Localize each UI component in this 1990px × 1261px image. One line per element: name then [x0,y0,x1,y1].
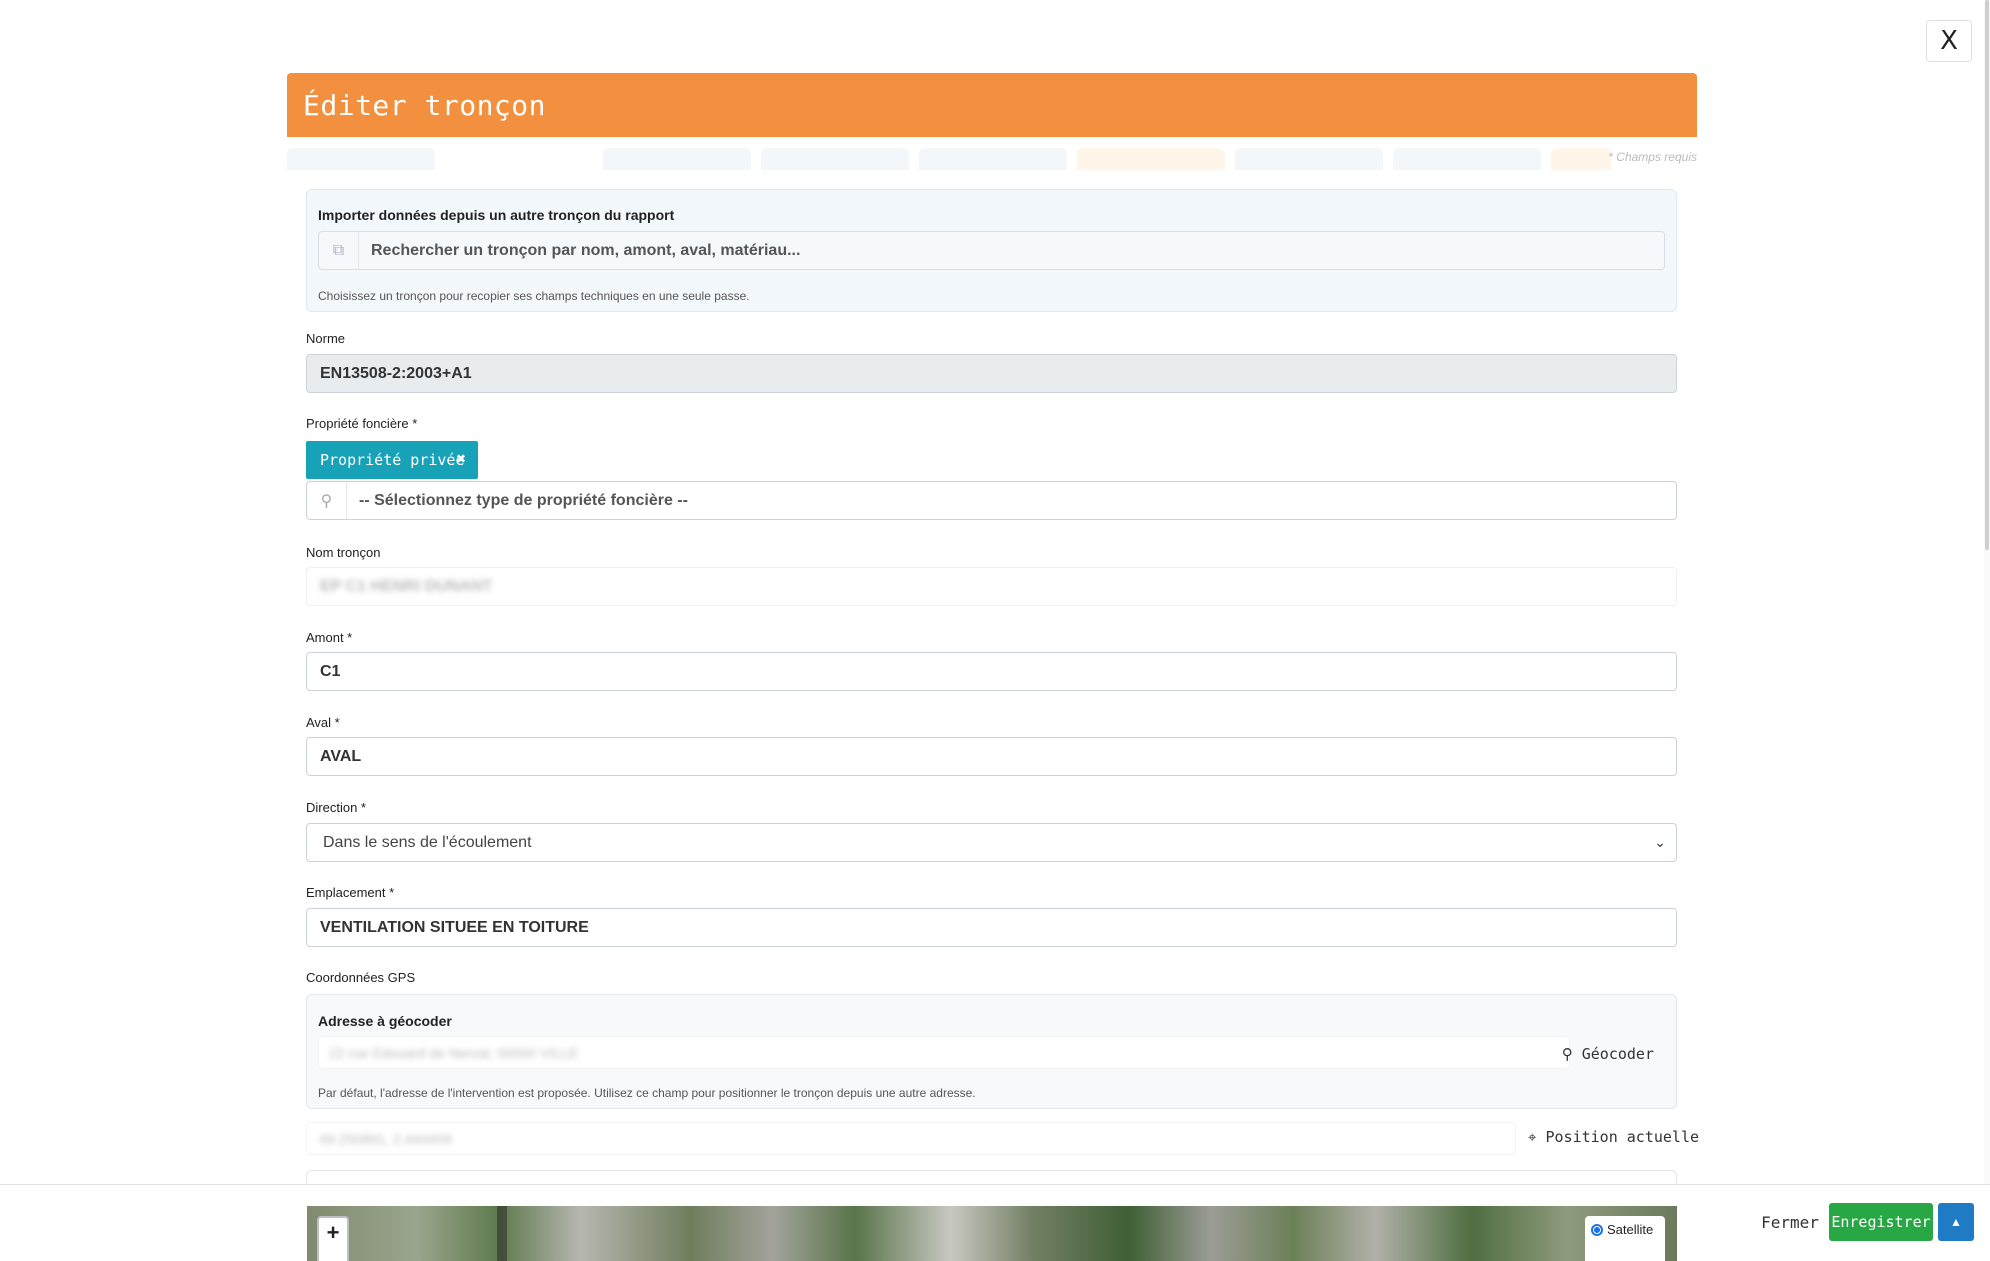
map-zoom-in-button[interactable]: + [317,1216,349,1261]
tab-6[interactable] [1077,148,1225,170]
search-icon: ⚲ [307,482,347,519]
tab-7[interactable] [1235,148,1383,170]
coordinates-value: 49.250891, 2.444459 [319,1131,452,1147]
coordinates-input[interactable]: 49.250891, 2.444459 [306,1122,1516,1155]
geocode-hint: Par défaut, l'adresse de l'intervention … [318,1086,976,1100]
required-note: * Champs requis [1608,150,1697,164]
geocode-button[interactable]: ⚲ Géocoder [1562,1045,1654,1063]
save-button[interactable]: Enregistrer [1829,1203,1933,1241]
tab-5[interactable] [919,148,1067,170]
geocode-address-input[interactable]: 22 rue Edouard de Nerval, 00000 VILLE [318,1036,1570,1069]
geocode-address-value: 22 rue Edouard de Nerval, 00000 VILLE [329,1045,579,1061]
copy-icon: ⧉ [319,232,359,269]
amont-value: C1 [320,662,341,680]
tab-1[interactable] [287,148,435,170]
fermer-button[interactable]: Fermer [1754,1203,1826,1241]
geocode-button-label: Géocoder [1581,1045,1654,1063]
direction-value: Dans le sens de l'écoulement [323,833,532,851]
modal-title: Éditer tronçon [303,88,547,122]
import-hint: Choisissez un tronçon pour recopier ses … [318,289,750,303]
emplacement-value: VENTILATION SITUEE EN TOITURE [320,918,589,936]
chevron-down-icon: ⌄ [1654,834,1666,850]
propriete-select-input[interactable]: ⚲ -- Sélectionnez type de propriété fonc… [306,481,1677,520]
propriete-placeholder: -- Sélectionnez type de propriété fonciè… [359,491,688,509]
gps-label: Coordonnées GPS [306,970,416,985]
nom-troncon-input[interactable]: EP C1 HENRI DUNANT [306,567,1677,606]
emplacement-label: Emplacement * [306,885,395,900]
tab-9[interactable] [1551,148,1611,170]
close-modal-button[interactable]: X [1926,20,1972,62]
norme-label: Norme [306,331,346,346]
amont-label: Amont * [306,630,353,645]
remove-tag-icon[interactable]: ✖ [456,449,466,468]
scroll-top-button[interactable]: ▲ [1938,1203,1974,1241]
nom-troncon-value: EP C1 HENRI DUNANT [320,577,493,595]
map-pin-icon: ⚲ [1561,1045,1573,1063]
aval-value: AVAL [320,747,362,765]
emplacement-input[interactable]: VENTILATION SITUEE EN TOITURE [306,908,1677,947]
geocode-title: Adresse à géocoder [318,1013,452,1029]
current-position-label: Position actuelle [1545,1128,1700,1146]
current-position-button[interactable]: ⌖ Position actuelle [1528,1128,1699,1146]
import-search-placeholder: Rechercher un tronçon par nom, amont, av… [371,242,801,259]
aval-input[interactable]: AVAL [306,737,1677,776]
norme-field: EN13508-2:2003+A1 [306,354,1677,393]
modal-header: Éditer tronçon [287,73,1697,137]
tab-2[interactable] [445,148,593,170]
aval-label: Aval * [306,715,340,730]
tab-4[interactable] [761,148,909,170]
import-panel: Importer données depuis un autre tronçon… [306,189,1677,312]
propriete-label: Propriété foncière * [306,416,418,431]
nom-troncon-label: Nom tronçon [306,545,381,560]
import-title: Importer données depuis un autre tronçon… [318,207,675,223]
page-scrollbar-thumb[interactable] [1985,0,1989,550]
crosshair-icon: ⌖ [1528,1128,1537,1146]
tab-3[interactable] [603,148,751,170]
map-view[interactable]: + Satellite [307,1206,1677,1261]
import-search-input[interactable]: ⧉ Rechercher un tronçon par nom, amont, … [318,231,1665,270]
propriete-tag-label: Propriété privée [320,451,465,469]
tab-8[interactable] [1393,148,1541,170]
satellite-radio[interactable] [1591,1224,1603,1236]
satellite-layer-label: Satellite [1607,1222,1654,1237]
norme-value: EN13508-2:2003+A1 [320,364,472,382]
caret-up-icon: ▲ [1950,1215,1962,1229]
map-layer-control[interactable]: Satellite [1585,1216,1665,1261]
geocode-panel: Adresse à géocoder 22 rue Edouard de Ner… [306,994,1677,1109]
amont-input[interactable]: C1 [306,652,1677,691]
propriete-tag: Propriété privée ✖ [306,441,478,479]
direction-label: Direction * [306,800,366,815]
direction-select[interactable]: Dans le sens de l'écoulement ⌄ [306,823,1677,862]
tabs-strip: * Champs requis [287,148,1697,170]
